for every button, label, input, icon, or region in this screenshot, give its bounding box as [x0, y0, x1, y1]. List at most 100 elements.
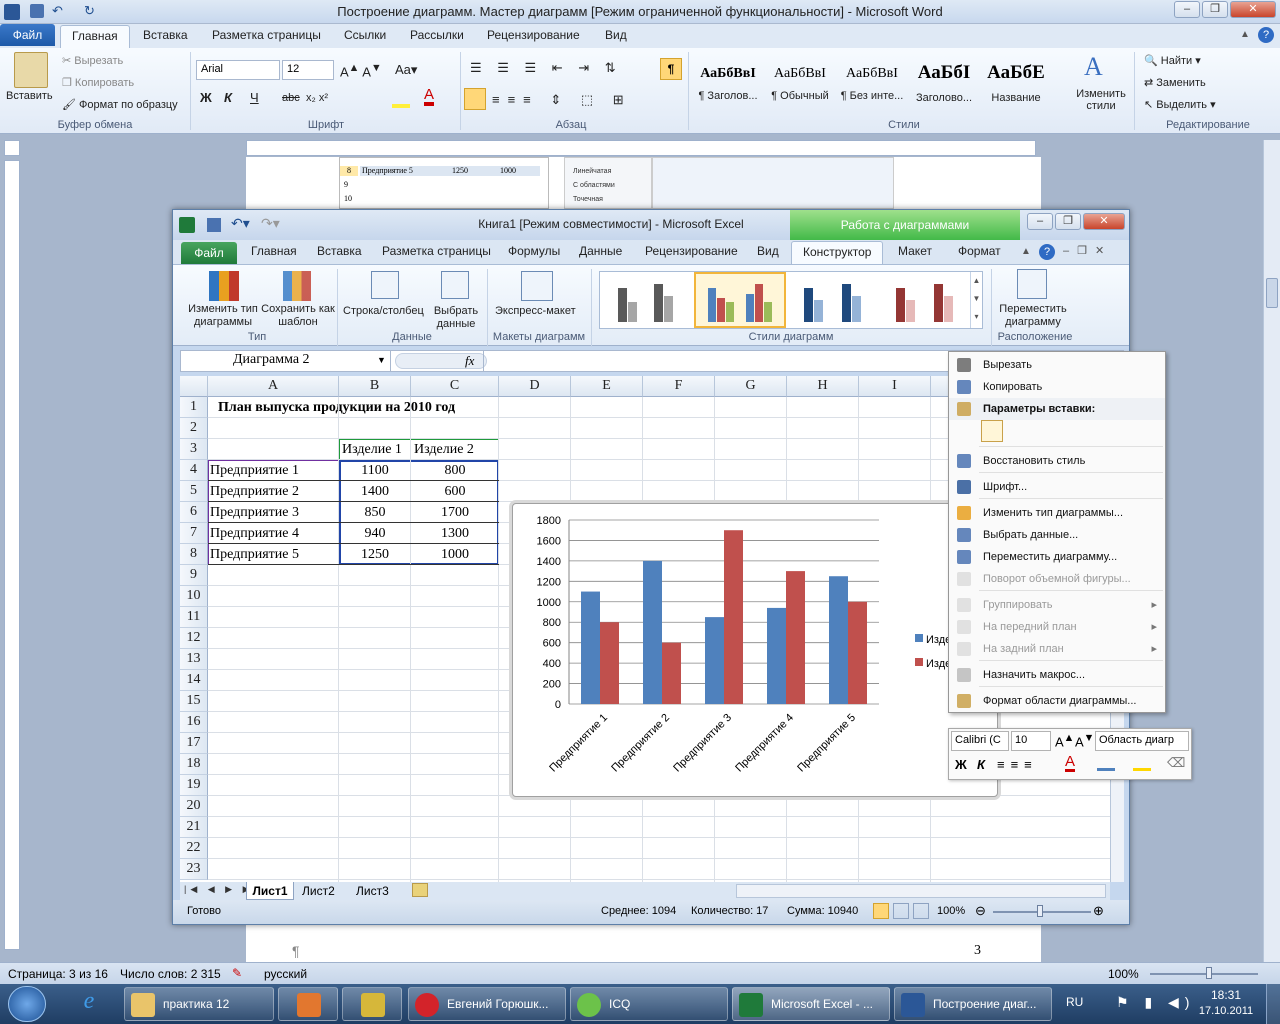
menu-item-select-data[interactable]: Выбрать данные...	[949, 524, 1165, 546]
cell-value[interactable]: 850	[339, 502, 411, 523]
excel-help-icon[interactable]: ?	[1039, 244, 1055, 260]
menu-item-font[interactable]: Шрифт...	[949, 476, 1165, 498]
close-button[interactable]: ✕	[1230, 1, 1276, 18]
excel-tab-page-layout[interactable]: Разметка страницы	[382, 244, 491, 258]
move-chart-button[interactable]: Переместить диаграмму	[993, 303, 1073, 329]
cell-value[interactable]: 600	[411, 481, 499, 502]
cell-category[interactable]: Предприятие 1	[210, 460, 338, 481]
save-as-template-button[interactable]: Сохранить как шаблон	[261, 303, 335, 329]
taskbar-item-app[interactable]	[342, 987, 402, 1021]
undo-icon[interactable]: ↶▾	[231, 215, 250, 232]
redo-icon[interactable]: ↷▾	[261, 215, 280, 232]
x-tick-label[interactable]: Предприятие 2	[609, 712, 672, 775]
fx-button[interactable]: fx	[465, 353, 474, 369]
row-header[interactable]: 22	[180, 838, 208, 859]
row-header[interactable]: 7	[180, 523, 208, 544]
excel-tab-design[interactable]: Конструктор	[791, 241, 884, 264]
row-header[interactable]: 8	[180, 544, 208, 565]
gallery-scroll-icon[interactable]: ▲ ▼ ▾	[970, 272, 982, 328]
x-tick-label[interactable]: Предприятие 3	[671, 712, 734, 775]
column-header[interactable]: B	[339, 376, 411, 397]
paste-button[interactable]: Вставить	[6, 90, 53, 102]
menu-item-reset-style[interactable]: Восстановить стиль	[949, 450, 1165, 472]
paste-icon[interactable]	[14, 52, 48, 88]
y-tick-label[interactable]: 0	[555, 699, 561, 711]
strike-button[interactable]: abc	[282, 92, 300, 104]
clock-date[interactable]: 17.10.2011	[1192, 1005, 1260, 1017]
show-desktop-button[interactable]	[1266, 984, 1280, 1024]
menu-item-scissors[interactable]: Вырезать	[949, 354, 1165, 376]
align-left-icon[interactable]	[464, 88, 486, 110]
bar-1[interactable]	[581, 591, 600, 704]
bar-2[interactable]	[724, 530, 743, 704]
row-header[interactable]: 4	[180, 460, 208, 481]
style-heading1[interactable]: АаБбВвІ ¶ Заголов...	[694, 56, 762, 106]
style-heading[interactable]: АаБбІ Заголово...	[910, 56, 978, 106]
row-header[interactable]: 21	[180, 817, 208, 838]
spellcheck-icon[interactable]: ✎	[232, 966, 242, 980]
word-vertical-scrollbar[interactable]	[1263, 140, 1280, 962]
maximize-button[interactable]: ❐	[1202, 1, 1228, 18]
excel-zoom-level[interactable]: 100%	[937, 905, 965, 917]
tab-page-layout[interactable]: Разметка страницы	[212, 28, 321, 42]
select-data-button[interactable]: Выбрать данные	[429, 305, 483, 331]
grow-font-icon[interactable]: A▲ A▼	[340, 62, 382, 79]
grow-font-icon[interactable]: A▲	[1055, 732, 1074, 749]
row-header[interactable]: 13	[180, 649, 208, 670]
cell-category[interactable]: Предприятие 4	[210, 523, 338, 544]
taskbar-item-word[interactable]: Построение диаг...	[894, 987, 1052, 1021]
tab-mailings[interactable]: Рассылки	[410, 28, 464, 42]
column-header[interactable]: C	[411, 376, 499, 397]
zoom-slider-thumb[interactable]	[1206, 967, 1212, 979]
save-icon[interactable]	[207, 218, 221, 232]
font-color-icon[interactable]: A	[424, 87, 435, 106]
row-header[interactable]: 14	[180, 670, 208, 691]
legend-swatch[interactable]	[915, 658, 923, 666]
menu-item-paste[interactable]: Параметры вставки:	[949, 398, 1165, 420]
cut-button[interactable]: ✂ Вырезать	[62, 54, 123, 67]
change-styles-icon[interactable]: A	[1084, 52, 1103, 82]
excel-tab-review[interactable]: Рецензирование	[645, 244, 738, 258]
y-tick-label[interactable]: 1800	[537, 515, 561, 527]
show-marks-icon[interactable]: ¶	[660, 58, 682, 80]
y-tick-label[interactable]: 1400	[537, 556, 561, 568]
bar-2[interactable]	[786, 571, 805, 704]
name-box-dropdown-icon[interactable]: ▼	[377, 355, 386, 365]
status-words[interactable]: Число слов: 2 315	[120, 967, 221, 981]
change-case-icon[interactable]: Aa▾	[395, 62, 417, 78]
cell-title[interactable]: План выпуска продукции на 2010 год	[218, 397, 455, 418]
insert-sheet-icon[interactable]	[412, 883, 428, 897]
y-tick-label[interactable]: 200	[543, 679, 561, 691]
workbook-window-controls[interactable]: –❐✕	[1063, 244, 1112, 257]
save-template-icon[interactable]	[283, 271, 311, 301]
row-header[interactable]: 5	[180, 481, 208, 502]
horizontal-scrollbar[interactable]	[736, 884, 1106, 898]
paste-option-button[interactable]	[981, 420, 1003, 442]
x-tick-label[interactable]: Предприятие 1	[547, 712, 610, 775]
row-header[interactable]: 20	[180, 796, 208, 817]
row-header[interactable]: 11	[180, 607, 208, 628]
mini-font-size[interactable]: 10	[1011, 731, 1051, 751]
legend-swatch[interactable]	[915, 634, 923, 642]
minimize-button[interactable]: –	[1174, 1, 1200, 18]
highlight-icon[interactable]	[392, 90, 410, 108]
mini-italic-button[interactable]: К	[977, 757, 985, 772]
taskbar-item-media[interactable]	[278, 987, 338, 1021]
y-tick-label[interactable]: 400	[543, 658, 561, 670]
shrink-font-icon[interactable]: A▼	[1075, 732, 1094, 749]
excel-tab-view[interactable]: Вид	[757, 244, 779, 258]
font-size-field[interactable]: 12	[282, 60, 334, 80]
switch-row-column-icon[interactable]	[371, 271, 399, 299]
excel-tab-format[interactable]: Формат	[958, 244, 1001, 258]
bar-1[interactable]	[705, 617, 724, 704]
status-zoom[interactable]: 100%	[1108, 967, 1139, 981]
select-all-corner[interactable]	[180, 376, 208, 397]
status-page[interactable]: Страница: 3 из 16	[8, 967, 108, 981]
bar-2[interactable]	[662, 642, 681, 704]
x-tick-label[interactable]: Предприятие 4	[733, 712, 796, 775]
bar-2[interactable]	[848, 601, 867, 704]
menu-item-chart-type[interactable]: Изменить тип диаграммы...	[949, 502, 1165, 524]
tab-home[interactable]: Главная	[60, 25, 130, 48]
tab-references[interactable]: Ссылки	[344, 28, 386, 42]
tab-review[interactable]: Рецензирование	[487, 28, 580, 42]
